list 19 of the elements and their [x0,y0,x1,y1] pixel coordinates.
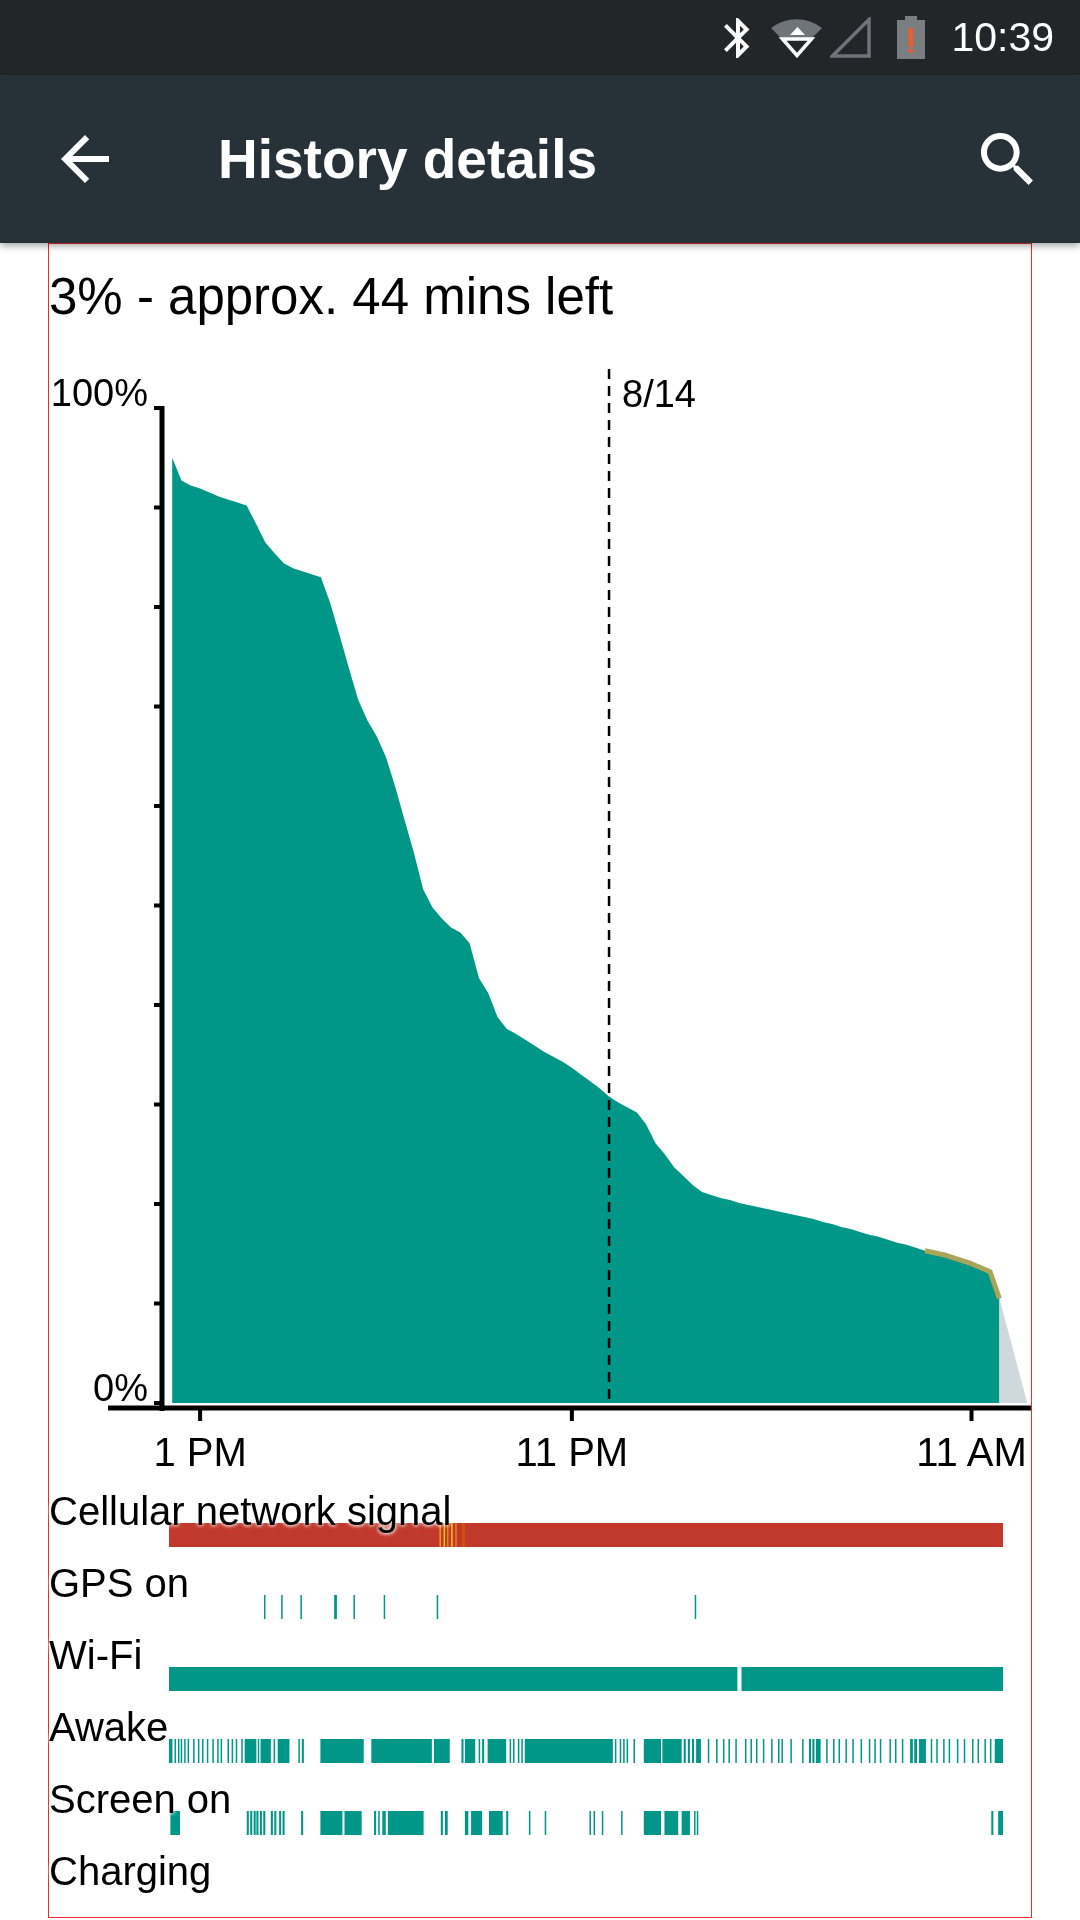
timeline-label: Wi-Fi [49,1635,143,1675]
x-axis-label: 11 AM [916,1430,1027,1474]
timeline-label: Charging [49,1851,212,1891]
timeline-label: Cellular network signal [49,1491,452,1531]
x-axis-label: 1 PM [153,1430,247,1474]
y-axis-label: 100% [50,372,148,414]
timeline-label: Awake [49,1707,169,1747]
search-icon [981,133,1033,185]
timeline-label: Screen on [49,1779,232,1819]
timeline-label: GPS on [49,1563,190,1603]
back-icon [61,135,109,183]
y-axis-label: 0% [93,1367,148,1409]
battery-icon [897,16,926,59]
signal-icon [830,17,872,58]
status-time: 10:39 [951,17,1054,58]
date-label: 8/14 [622,373,696,415]
bluetooth-icon [724,17,751,58]
wifi-icon [769,17,825,58]
x-axis-label: 11 PM [515,1430,629,1474]
